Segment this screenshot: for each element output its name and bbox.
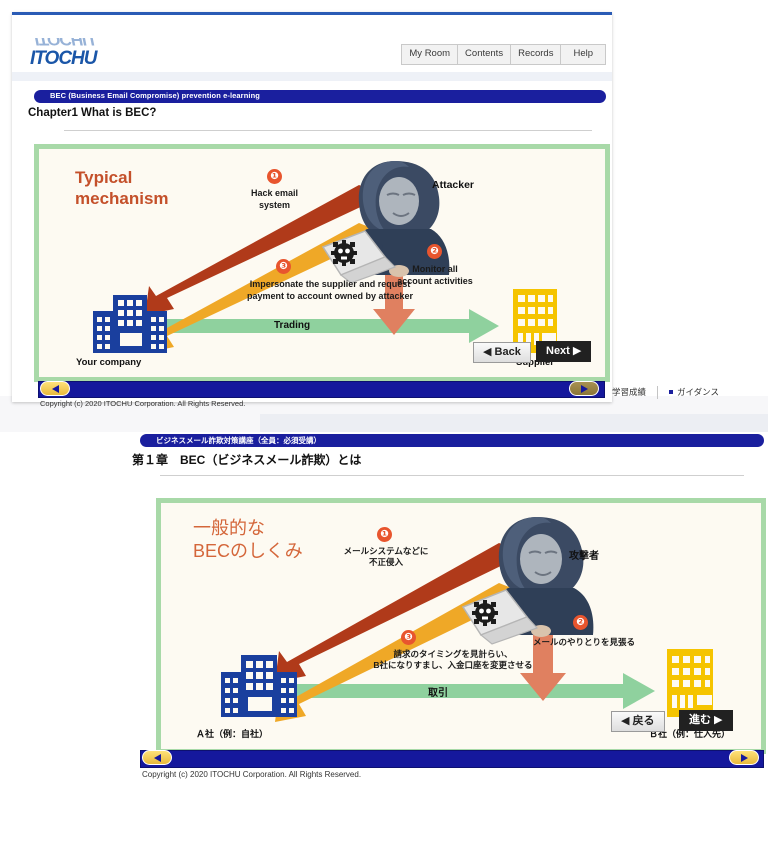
- footer-prev-button-jp[interactable]: [142, 750, 172, 765]
- nav-tab-my-room[interactable]: My Room: [401, 44, 458, 65]
- your-company-label: Your company: [76, 357, 142, 368]
- screenshot-root: ITOCHU ITOCHU My Room Contents Records H…: [0, 0, 768, 850]
- title-divider-jp: [160, 475, 744, 476]
- attacker-label-jp: 攻撃者: [569, 551, 599, 562]
- trading-label-jp: 取引: [428, 688, 448, 699]
- nav-tab-records[interactable]: Records: [510, 44, 561, 65]
- square-bullet-icon: [669, 390, 674, 394]
- footer-nav-bar-jp: [140, 750, 764, 768]
- english-course-window: ITOCHU ITOCHU My Room Contents Records H…: [12, 12, 612, 408]
- footer-next-button-jp[interactable]: [729, 750, 759, 765]
- triangle-left-icon: [51, 384, 59, 393]
- step-label-2-jp: メールのやりとりを見張る: [532, 637, 635, 647]
- step-badge-1: ❶: [267, 169, 282, 184]
- top-accent-bar: [12, 12, 612, 15]
- step-label-1: Hack email system: [250, 188, 299, 211]
- nav-tab-help[interactable]: Help: [560, 44, 606, 65]
- background-band-secondary: [260, 414, 768, 434]
- diagram-title: Typical mechanism: [75, 168, 169, 209]
- step-badge-3-jp: ❸: [401, 630, 416, 645]
- nav-underline: [12, 72, 612, 81]
- triangle-left-icon-jp: [153, 753, 161, 762]
- title-divider: [64, 130, 592, 131]
- global-links: 学習成績 ガイダンス: [612, 381, 768, 403]
- step-label-1-jp: メールシステムなどに 不正侵入: [343, 546, 429, 568]
- step-badge-1-jp: ❶: [377, 527, 392, 542]
- footer-next-button-en[interactable]: [569, 381, 599, 396]
- top-nav-tabs: My Room Contents Records Help: [401, 44, 606, 65]
- attacker-label: Attacker: [432, 179, 475, 191]
- link-divider: [657, 385, 659, 399]
- company-a-label: Ａ社（例：自社）: [196, 729, 269, 739]
- footer-prev-button-en[interactable]: [40, 381, 70, 396]
- triangle-right-icon-jp: [740, 753, 748, 762]
- japanese-course-window: ビジネスメール詐欺対策講座（全員：必須受講） 第１章 BEC（ビジネスメール詐欺…: [132, 432, 768, 800]
- guidance-link[interactable]: ガイダンス: [669, 386, 719, 398]
- copyright-jp: Copyright (c) 2020 ITOCHU Corporation. A…: [142, 770, 362, 779]
- step-badge-3: ❸: [276, 259, 291, 274]
- learning-records-link[interactable]: 学習成績: [612, 386, 646, 398]
- trading-label: Trading: [274, 320, 311, 331]
- company-b-building-icon: [667, 649, 713, 717]
- nav-tab-contents[interactable]: Contents: [457, 44, 511, 65]
- bec-diagram-japanese: 一般的な BECのしくみ ❶ メールシステムなどに 不正侵入 ❷ メールのやりと…: [156, 498, 766, 754]
- step-label-3: Impersonate the supplier and request pay…: [246, 279, 414, 302]
- triangle-right-icon: [580, 384, 588, 393]
- diagram-title-jp: 一般的な BECのしくみ: [193, 518, 303, 562]
- step-badge-2: ❷: [427, 244, 442, 259]
- step-label-3-jp: 請求のタイミングを見計らい、 B社になりすまし、入金口座を変更させる: [373, 649, 533, 671]
- guidance-link-label: ガイダンス: [677, 387, 720, 397]
- step-badge-2-jp: ❷: [573, 615, 588, 630]
- chapter-title: Chapter1 What is BEC?: [28, 107, 157, 119]
- copyright-en: Copyright (c) 2020 ITOCHU Corporation. A…: [40, 399, 246, 408]
- course-title-text-jp: ビジネスメール詐欺対策講座（全員：必須受講）: [156, 436, 321, 445]
- footer-nav-bar-en: [38, 381, 605, 398]
- itochu-logo: ITOCHU ITOCHU: [30, 38, 120, 69]
- course-title-text: BEC (Business Email Compromise) preventi…: [50, 91, 260, 100]
- back-button-jp[interactable]: ◀ 戻る: [611, 711, 665, 732]
- logo-text: ITOCHU: [30, 48, 97, 69]
- chapter-title-jp: 第１章 BEC（ビジネスメール詐欺）とは: [132, 453, 362, 467]
- bec-diagram-english: Typical mechanism ❶ Hack email system ❷ …: [34, 144, 610, 382]
- back-button[interactable]: ◀ Back: [473, 342, 531, 363]
- next-button-jp[interactable]: 進む ▶: [679, 710, 733, 731]
- next-button[interactable]: Next ▶: [536, 341, 592, 362]
